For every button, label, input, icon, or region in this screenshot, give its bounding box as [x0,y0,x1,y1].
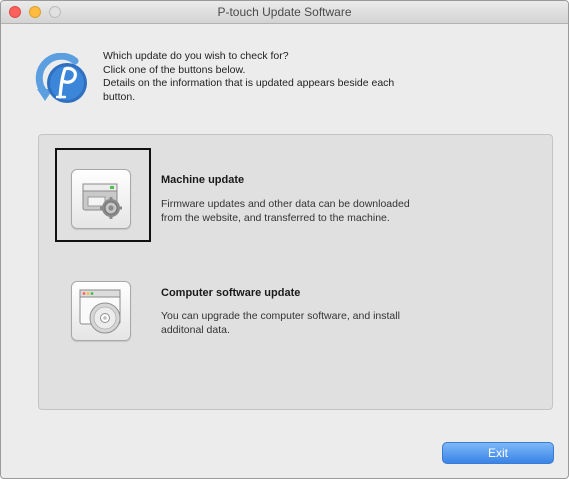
machine-update-button[interactable] [71,169,131,229]
window-content: Which update do you wish to check for? C… [1,24,568,478]
option-description: Firmware updates and other data can be d… [161,197,410,225]
description-line: You can upgrade the computer software, a… [161,310,400,322]
instruction-text: Which update do you wish to check for? C… [103,50,394,104]
window-title: P-touch Update Software [217,5,352,19]
instruction-line: Which update do you wish to check for? [103,50,289,62]
exit-button[interactable]: Exit [442,442,554,464]
title-bar[interactable]: P-touch Update Software [1,1,568,24]
instruction-line: Click one of the buttons below. [103,63,246,76]
description-line: from the website, and transferred to the… [161,212,390,224]
update-options-panel: Machine update Firmware updates and othe… [38,134,553,410]
update-window: P-touch Update Software Which update do … [0,0,569,479]
computer-software-update-option[interactable]: Computer software update You can upgrade… [39,275,552,355]
window-disc-icon [79,289,121,334]
option-title: Computer software update [161,287,301,299]
p-touch-app-icon [35,53,87,103]
option-title: Machine update [161,174,245,186]
computer-software-update-button[interactable] [71,281,131,341]
description-line: Firmware updates and other data can be d… [161,198,410,210]
machine-gear-icon [82,183,122,219]
instruction-line: Details on the information that is updat… [103,77,395,89]
option-description: You can upgrade the computer software, a… [161,309,400,337]
description-line: additonal data. [161,324,230,336]
machine-update-option[interactable]: Machine update Firmware updates and othe… [39,148,552,242]
instruction-line: button. [103,90,136,103]
